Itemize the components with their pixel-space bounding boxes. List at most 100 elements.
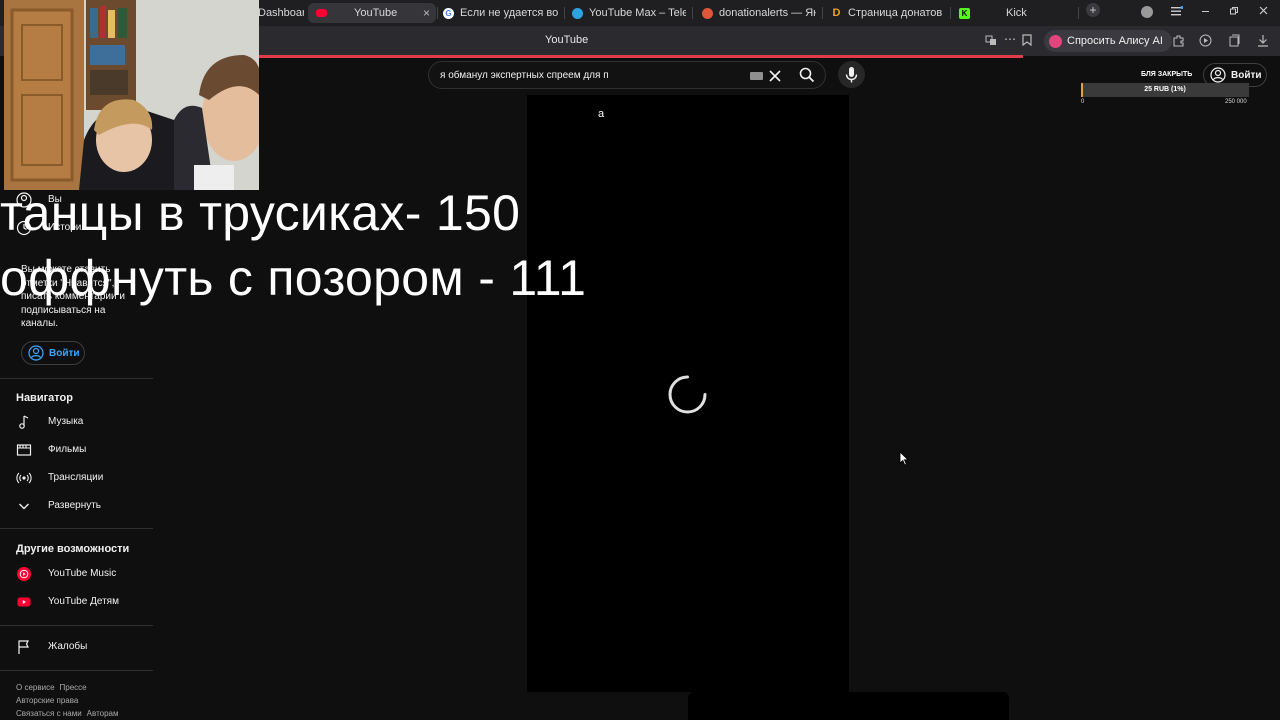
download-icon[interactable] [1257,34,1269,50]
page-title[interactable]: YouTube [545,34,588,46]
player-caption: а [598,108,605,120]
tab-divider [1078,7,1079,19]
tab-divider [822,7,823,19]
tab-title: YouTube [354,7,398,19]
alice-icon [1049,34,1062,48]
sidebar-item-label: Фильмы [48,444,87,455]
live-broadcast-icon [16,472,32,484]
sidebar-item-label: Трансляции [48,472,104,483]
tab-dashboard[interactable]: Dashboard [258,3,304,23]
voice-search-button[interactable] [838,61,865,88]
search-box[interactable]: я обманул экспертных спреем для п [428,61,826,89]
sidebar-item-youtube-music[interactable]: YouTube Music [0,560,153,588]
overlay-price-line-2: оффнуть с позором - 111 [0,250,587,306]
header-signin-label: Войти [1231,69,1262,81]
youtube-kids-icon [17,597,31,607]
sidebar-item-label: Музыка [48,416,84,427]
bottom-panel [688,692,1009,720]
ask-alice-button[interactable]: Спросить Алису AI [1044,30,1172,52]
donatepay-tab-icon: D [832,7,841,19]
footer-link[interactable]: О сервисе [16,683,55,692]
sidebar-item-label: YouTube Music [48,568,117,579]
microphone-icon [845,67,858,83]
webcam-feed-image [4,0,259,190]
page-translate-icon[interactable] [985,34,997,49]
media-player-icon[interactable] [1199,34,1212,50]
search-icon [799,67,815,83]
account-icon [28,345,44,361]
sidebar-divider [0,670,153,671]
sidebar-item-films[interactable]: Фильмы [0,436,153,464]
search-input[interactable]: я обманул экспертных спреем для п [440,70,609,81]
new-tab-button[interactable]: + [1086,3,1100,17]
sidebar-item-label: YouTube Детям [48,596,119,607]
sidebar-item-music[interactable]: Музыка [0,408,153,436]
youtube-music-icon [17,567,31,581]
sidebar-divider [0,528,153,529]
overlay-price-line-1: танцы в трусиках- 150 [0,185,521,241]
music-note-icon [19,415,29,429]
youtube-tab-icon [316,9,327,17]
footer-link[interactable]: Авторам [87,709,119,718]
minimize-window-icon[interactable] [1201,5,1211,19]
ask-alice-label: Спросить Алису AI [1067,35,1163,47]
telegram-tab-icon [572,7,583,19]
footer-link[interactable]: Связаться с нами [16,709,82,718]
sidebar-item-expand[interactable]: Развернуть [0,492,153,520]
sidebar-item-live[interactable]: Трансляции [0,464,153,492]
collections-icon[interactable] [1228,34,1241,50]
clear-search-icon[interactable] [769,66,781,86]
screen: Dashboard YouTube × G Если не удается во… [0,0,1280,720]
more-options-icon[interactable]: ⋯ [1004,32,1016,46]
mouse-cursor-icon [899,451,909,466]
flag-icon [18,640,29,654]
sidebar-item-youtube-kids[interactable]: YouTube Детям [0,588,153,616]
close-window-icon[interactable] [1259,5,1269,19]
webcam-overlay [4,0,259,190]
tab-divider [950,7,951,19]
sidebar-signin-button[interactable]: Войти [21,341,85,365]
loading-spinner-icon [668,375,707,414]
extensions-icon[interactable] [1172,34,1185,50]
navigator-heading: Навигатор [16,392,73,404]
tab-donatepay[interactable]: D Страница донатов - Don [831,3,945,23]
tab-youtube[interactable]: YouTube × [308,3,436,23]
sidebar-footer-row: О сервисе Прессе [16,683,92,692]
profile-avatar-icon[interactable] [1141,6,1153,18]
tab-title: Kick [1006,7,1027,19]
menu-icon[interactable] [1171,5,1184,19]
chevron-down-icon [19,503,29,510]
tab-title: YouTube Max – Telegram [589,7,686,19]
film-icon [16,444,32,456]
tab-title: donationalerts — Яндекс [719,7,816,19]
tab-donationalerts[interactable]: donationalerts — Яндекс [702,3,816,23]
donation-goal-title: БЛЯ ЗАКРЫТЬ [1141,71,1193,78]
tab-telegram[interactable]: YouTube Max – Telegram [572,3,686,23]
tab-divider [692,7,693,19]
keyboard-icon[interactable] [750,72,763,80]
donationalerts-tab-icon [702,7,713,19]
donation-amount: 25 RUB (1%) [1144,86,1186,93]
kick-tab-icon: K [959,7,970,19]
tab-divider [564,7,565,19]
tab-kick[interactable]: K Kick [959,3,1069,23]
restore-window-icon[interactable] [1229,5,1239,19]
page-load-progress-bar [258,55,1023,58]
sidebar-divider [0,378,153,379]
tab-title: Если не удается войти в [460,7,558,19]
tab-title: Dashboard [258,7,304,19]
close-tab-icon[interactable]: × [423,6,430,20]
footer-link[interactable]: Авторские права [16,696,78,705]
tab-divider [437,7,438,19]
tab-google[interactable]: G Если не удается войти в [443,3,558,23]
sidebar-item-reports[interactable]: Жалобы [0,633,153,661]
bookmark-icon[interactable] [1022,34,1032,49]
footer-link[interactable]: Прессе [60,683,87,692]
donation-max-label: 250 000 [1225,99,1247,105]
sidebar-item-label: Жалобы [48,641,88,652]
donation-min-label: 0 [1081,99,1085,105]
sidebar-footer-row: Связаться с нами Авторам [16,709,124,718]
search-button[interactable] [796,65,824,85]
sidebar-item-label: Развернуть [48,500,102,511]
sidebar-footer-row: Авторские права [16,696,83,705]
